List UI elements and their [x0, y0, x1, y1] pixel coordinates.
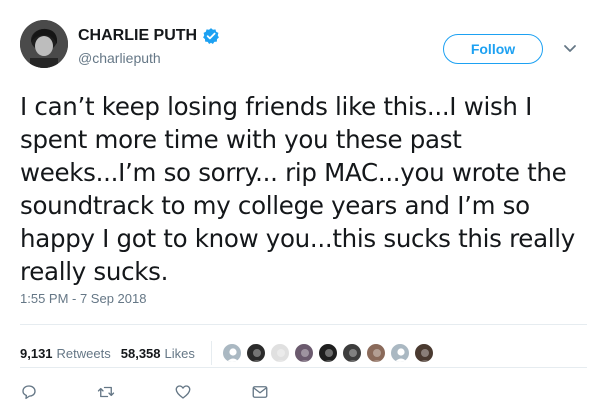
like-count-value: 58,358: [120, 345, 161, 361]
reply-icon[interactable]: [20, 383, 38, 401]
like-icon[interactable]: [174, 383, 192, 401]
tweet-actions: [20, 383, 328, 401]
user-avatar-icon[interactable]: [365, 343, 386, 363]
avatar-image-icon: [20, 20, 68, 68]
tweet-stats: 9,131 Retweets 58,358 Likes: [20, 341, 438, 365]
user-avatar-icon[interactable]: [413, 343, 434, 363]
message-icon[interactable]: [251, 383, 269, 401]
retweet-count-label: Retweets: [56, 345, 111, 361]
liker-avatars: [221, 343, 438, 363]
user-avatar-icon[interactable]: [245, 343, 266, 363]
user-avatar-icon[interactable]: [293, 343, 314, 363]
like-count[interactable]: 58,358 Likes: [121, 346, 195, 361]
like-count-label: Likes: [164, 345, 195, 361]
profile-avatar[interactable]: [20, 20, 68, 68]
tweet-card: CHARLIE PUTH @charlieputh Follow I can’t…: [0, 0, 607, 401]
retweet-count[interactable]: 9,131 Retweets: [20, 346, 111, 361]
display-name[interactable]: CHARLIE PUTH: [78, 27, 197, 45]
user-avatar-icon[interactable]: [269, 343, 290, 363]
retweet-count-value: 9,131: [20, 345, 53, 361]
chevron-down-icon[interactable]: [562, 40, 578, 56]
user-avatar-icon[interactable]: [317, 343, 338, 363]
tweet-timestamp[interactable]: 1:55 PM - 7 Sep 2018: [20, 291, 146, 306]
user-avatar-icon[interactable]: [341, 343, 362, 363]
divider: [20, 367, 587, 368]
name-row: CHARLIE PUTH: [78, 27, 220, 45]
stats-separator: [210, 341, 212, 365]
tweet-text: I can’t keep losing friends like this...…: [20, 92, 575, 286]
follow-button[interactable]: Follow: [443, 34, 543, 64]
user-handle[interactable]: @charlieputh: [78, 50, 161, 66]
default-avatar-icon[interactable]: [389, 343, 410, 363]
retweet-icon[interactable]: [97, 383, 115, 401]
verified-badge-icon: [202, 27, 220, 45]
default-avatar-icon[interactable]: [221, 343, 242, 363]
divider: [20, 324, 587, 325]
